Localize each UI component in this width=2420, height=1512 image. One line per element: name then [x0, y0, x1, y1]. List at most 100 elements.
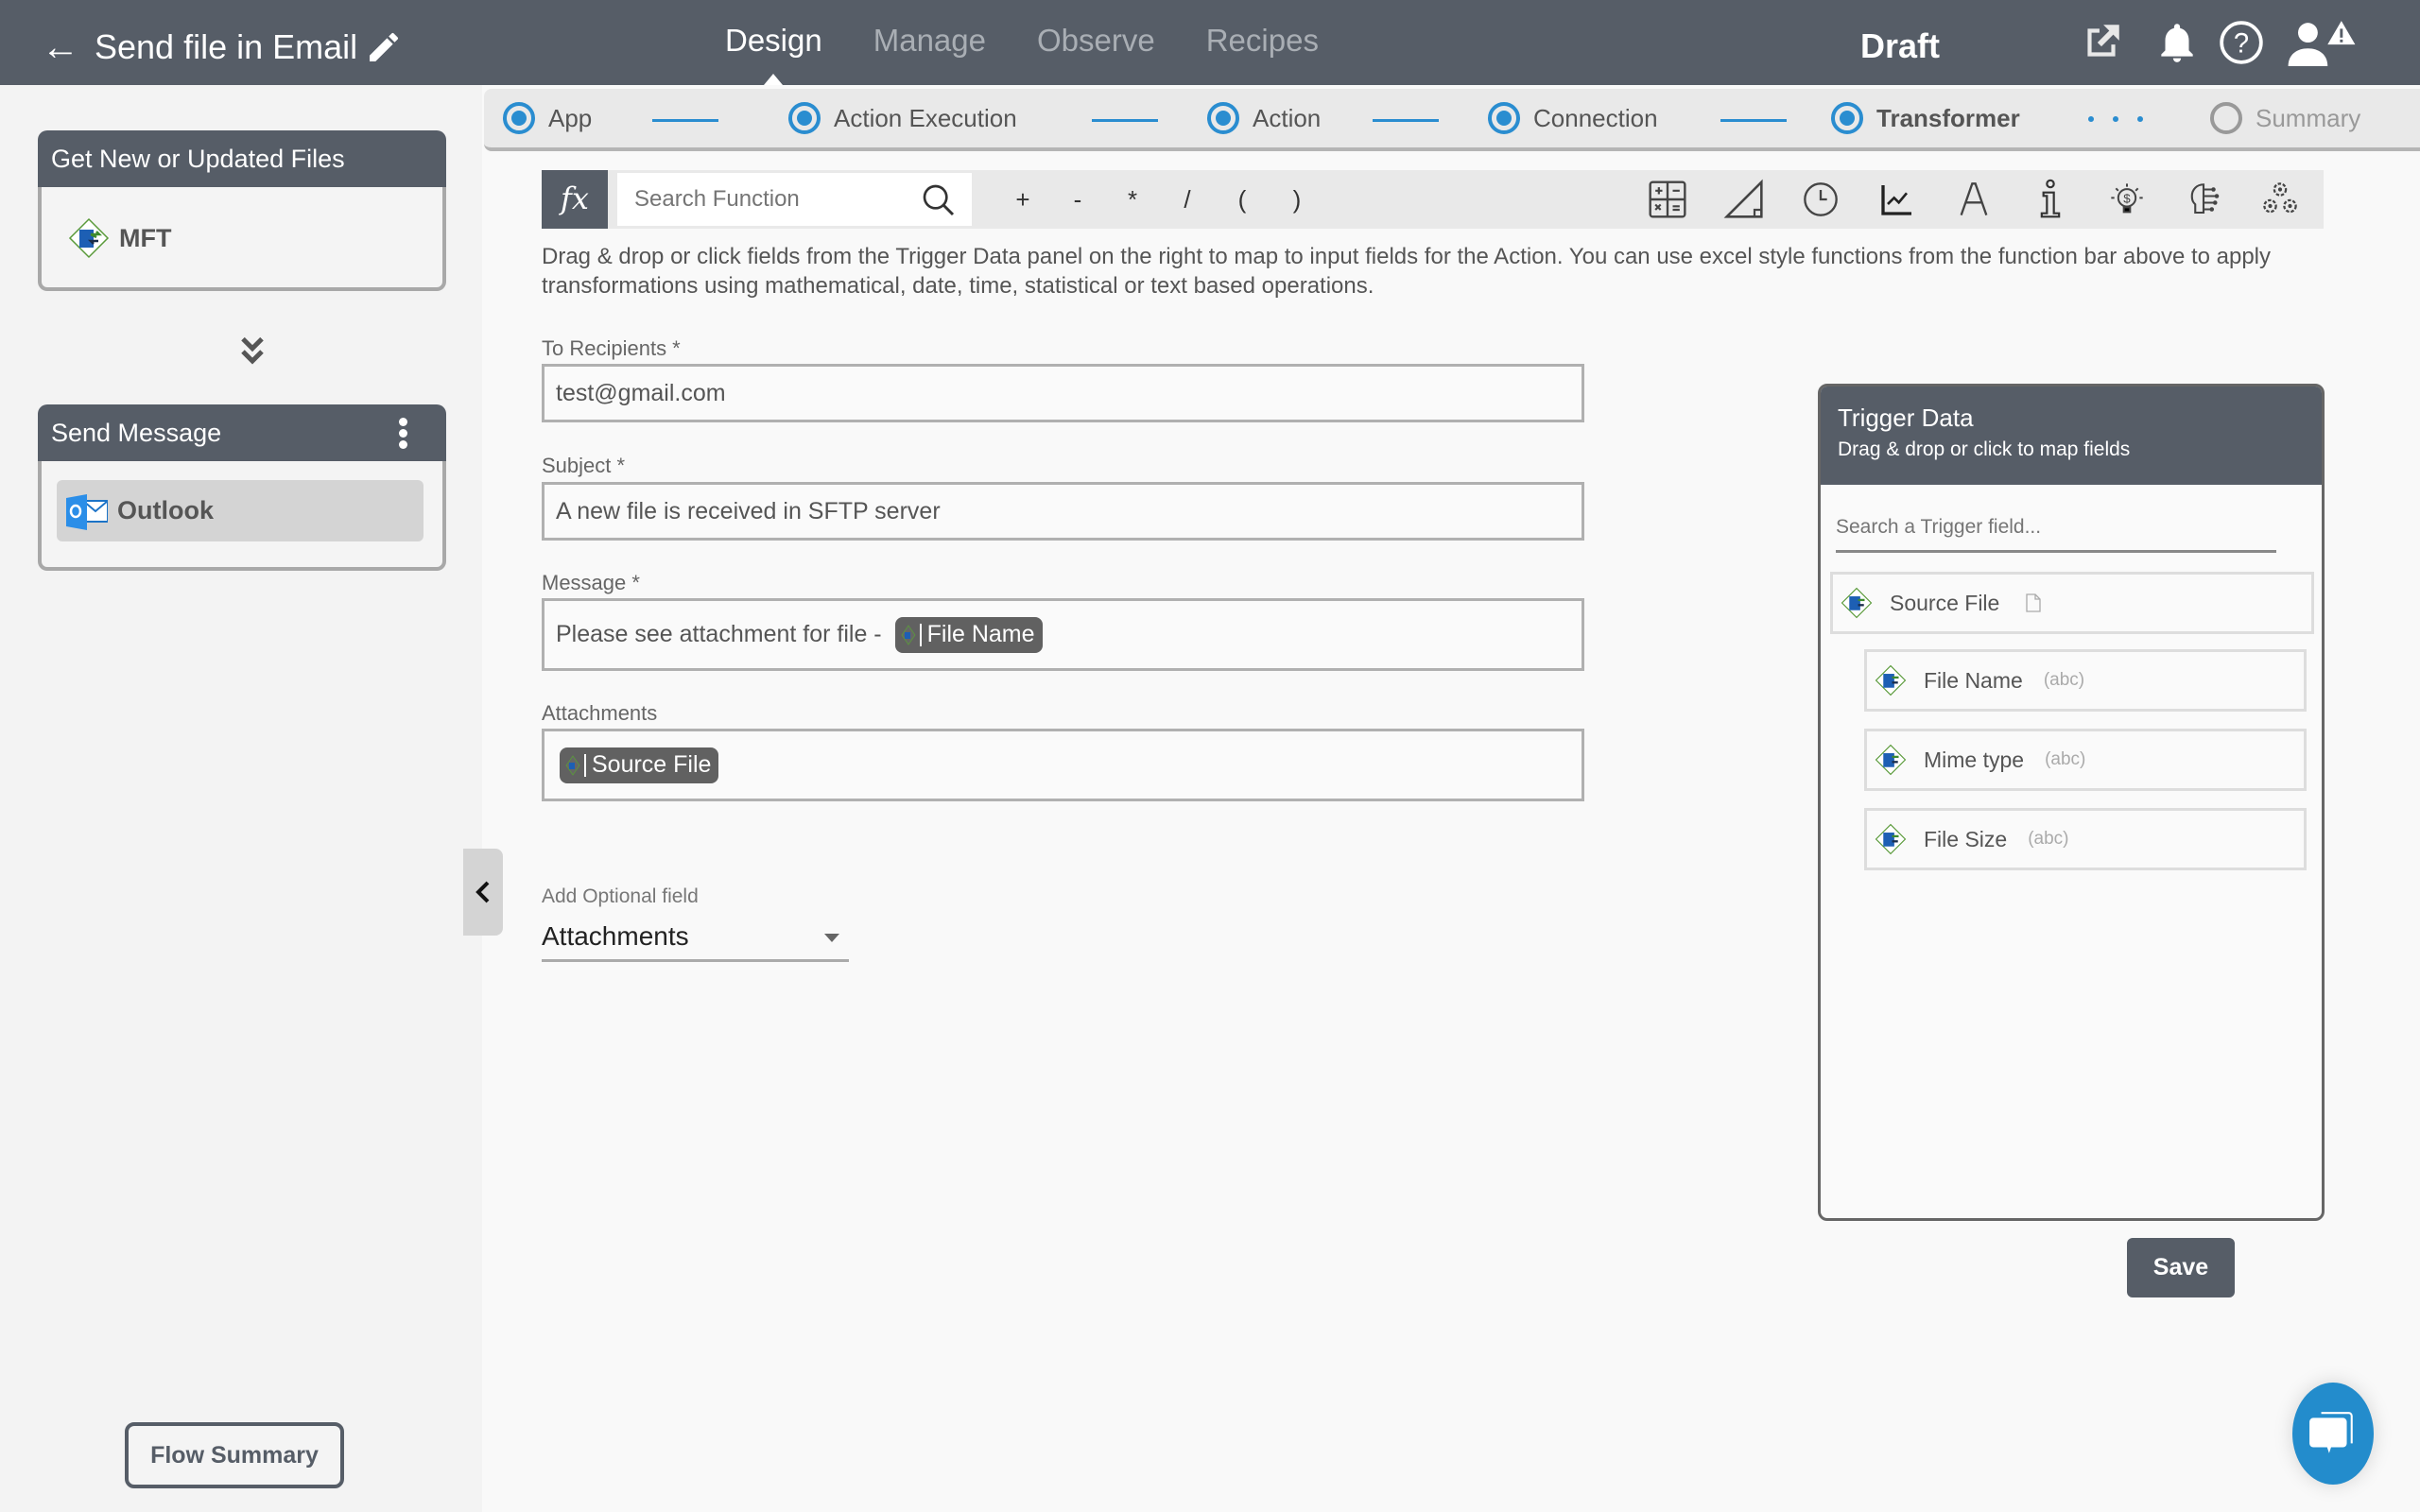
step-pending-icon [2210, 102, 2242, 134]
search-icon[interactable] [920, 181, 958, 219]
step-current-icon [1831, 102, 1863, 134]
to-recipients-value: test@gmail.com [556, 379, 726, 406]
tab-recipes[interactable]: Recipes [1181, 0, 1344, 85]
wizard-steps: App Action Execution Action Connection T… [484, 89, 2420, 151]
clock-icon[interactable] [1782, 178, 1858, 221]
help-icon[interactable]: ? [2218, 19, 2265, 66]
optional-field-select[interactable]: Attachments [542, 913, 849, 962]
mft-icon [565, 754, 580, 776]
pill-divider [919, 623, 922, 646]
step-connector [1720, 119, 1787, 122]
tab-observe[interactable]: Observe [1011, 0, 1181, 85]
action-app[interactable]: Outlook [57, 480, 424, 541]
message-label: Message * [542, 571, 640, 594]
user-alert-icon[interactable] [2288, 19, 2356, 66]
back-arrow-icon[interactable]: ← [42, 28, 79, 66]
field-type: (abc) [2045, 749, 2086, 769]
function-bar: fx + - * / ( ) $ [542, 170, 2324, 229]
external-link-icon[interactable] [2078, 19, 2125, 66]
text-a-icon[interactable] [1935, 178, 2012, 221]
step-complete-icon [1207, 102, 1239, 134]
calculator-icon[interactable] [1629, 178, 1705, 221]
message-input[interactable]: Please see attachment for file - File Na… [542, 598, 1584, 671]
trigger-data-subtitle: Drag & drop or click to map fields [1838, 438, 2131, 460]
step-label: App [548, 103, 593, 132]
step-transformer[interactable]: Transformer [1831, 102, 2020, 134]
operator-divide[interactable]: / [1160, 170, 1215, 229]
outlook-icon [66, 493, 108, 530]
lightbulb-dollar-icon[interactable]: $ [2088, 178, 2165, 221]
svg-text:?: ? [2234, 28, 2249, 59]
mft-icon [1841, 587, 1873, 619]
fx-icon[interactable]: fx [542, 170, 608, 229]
operator-multiply[interactable]: * [1105, 170, 1160, 229]
field-name: File Size [1924, 826, 2008, 851]
trigger-field-file-name[interactable]: File Name (abc) [1864, 649, 2307, 712]
trigger-field-search-input[interactable] [1836, 504, 2276, 553]
line-chart-icon[interactable] [1858, 178, 1935, 221]
operator-open-paren[interactable]: ( [1215, 170, 1270, 229]
tab-design[interactable]: Design [700, 0, 848, 85]
step-complete-icon [503, 102, 535, 134]
function-search-input[interactable] [617, 173, 972, 226]
step-label: Action Execution [834, 103, 1017, 132]
step-complete-icon [788, 102, 821, 134]
collapse-sidebar-button[interactable] [463, 849, 503, 936]
attachments-label: Attachments [542, 701, 658, 725]
flow-title: Send file in Email [95, 27, 358, 66]
step-complete-icon [1488, 102, 1520, 134]
subject-label: Subject * [542, 454, 626, 477]
step-action-execution[interactable]: Action Execution [788, 102, 1017, 134]
flow-summary-button[interactable]: Flow Summary [125, 1422, 344, 1488]
pill-divider [584, 753, 586, 777]
dropdown-caret-icon [824, 934, 839, 942]
attachments-input[interactable]: Source File [542, 729, 1584, 801]
step-connector-dotted [2088, 116, 2143, 122]
triangle-ruler-icon[interactable] [1705, 178, 1782, 221]
pencil-icon[interactable] [365, 28, 403, 66]
pill-label: File Name [926, 621, 1035, 647]
operator-close-paren[interactable]: ) [1270, 170, 1324, 229]
gears-icon[interactable] [2241, 178, 2318, 221]
step-label: Summary [2256, 103, 2361, 132]
to-recipients-input[interactable]: test@gmail.com [542, 364, 1584, 422]
operator-plus[interactable]: + [995, 170, 1050, 229]
tab-manage[interactable]: Manage [848, 0, 1011, 85]
top-header: ← Send file in Email Design Manage Obser… [0, 0, 2420, 85]
action-step-card[interactable]: Send Message Outlook [38, 404, 446, 571]
mapped-field-pill-file-name[interactable]: File Name [894, 616, 1043, 653]
mft-icon [1875, 744, 1907, 776]
trigger-field-source-file[interactable]: Source File [1830, 572, 2314, 634]
chat-support-button[interactable] [2292, 1383, 2374, 1485]
step-app[interactable]: App [503, 102, 592, 134]
step-label: Transformer [1876, 103, 2020, 132]
save-button[interactable]: Save [2127, 1238, 2235, 1297]
trigger-field-file-size[interactable]: File Size (abc) [1864, 808, 2307, 870]
more-vert-icon[interactable] [397, 418, 408, 449]
flow-sidebar: Get New or Updated Files MFT Send Messag… [0, 85, 482, 1512]
svg-text:$: $ [2123, 191, 2131, 205]
info-icon[interactable] [2012, 178, 2088, 221]
step-action[interactable]: Action [1207, 102, 1321, 134]
field-name: Mime type [1924, 747, 2025, 772]
trigger-field-mime-type[interactable]: Mime type (abc) [1864, 729, 2307, 791]
mft-icon [1875, 664, 1907, 696]
step-connector [1373, 119, 1439, 122]
main-tabs: Design Manage Observe Recipes [700, 0, 1344, 85]
trigger-app[interactable]: MFT [42, 187, 442, 259]
brain-ai-icon[interactable] [2165, 178, 2241, 221]
trigger-data-title: Trigger Data [1838, 404, 1974, 432]
status-badge: Draft [1860, 26, 1941, 65]
step-summary[interactable]: Summary [2210, 102, 2360, 134]
bell-icon[interactable] [2153, 19, 2201, 66]
subject-value: A new file is received in SFTP server [556, 497, 941, 524]
operator-minus[interactable]: - [1050, 170, 1105, 229]
field-type: (abc) [2043, 670, 2085, 690]
subject-input[interactable]: A new file is received in SFTP server [542, 482, 1584, 541]
optional-field-value: Attachments [542, 921, 689, 951]
mapped-field-pill-source-file[interactable]: Source File [560, 747, 719, 783]
trigger-step-card[interactable]: Get New or Updated Files MFT [38, 130, 446, 291]
action-step-title: Send Message [51, 419, 222, 447]
step-connector [652, 119, 718, 122]
step-connection[interactable]: Connection [1488, 102, 1658, 134]
